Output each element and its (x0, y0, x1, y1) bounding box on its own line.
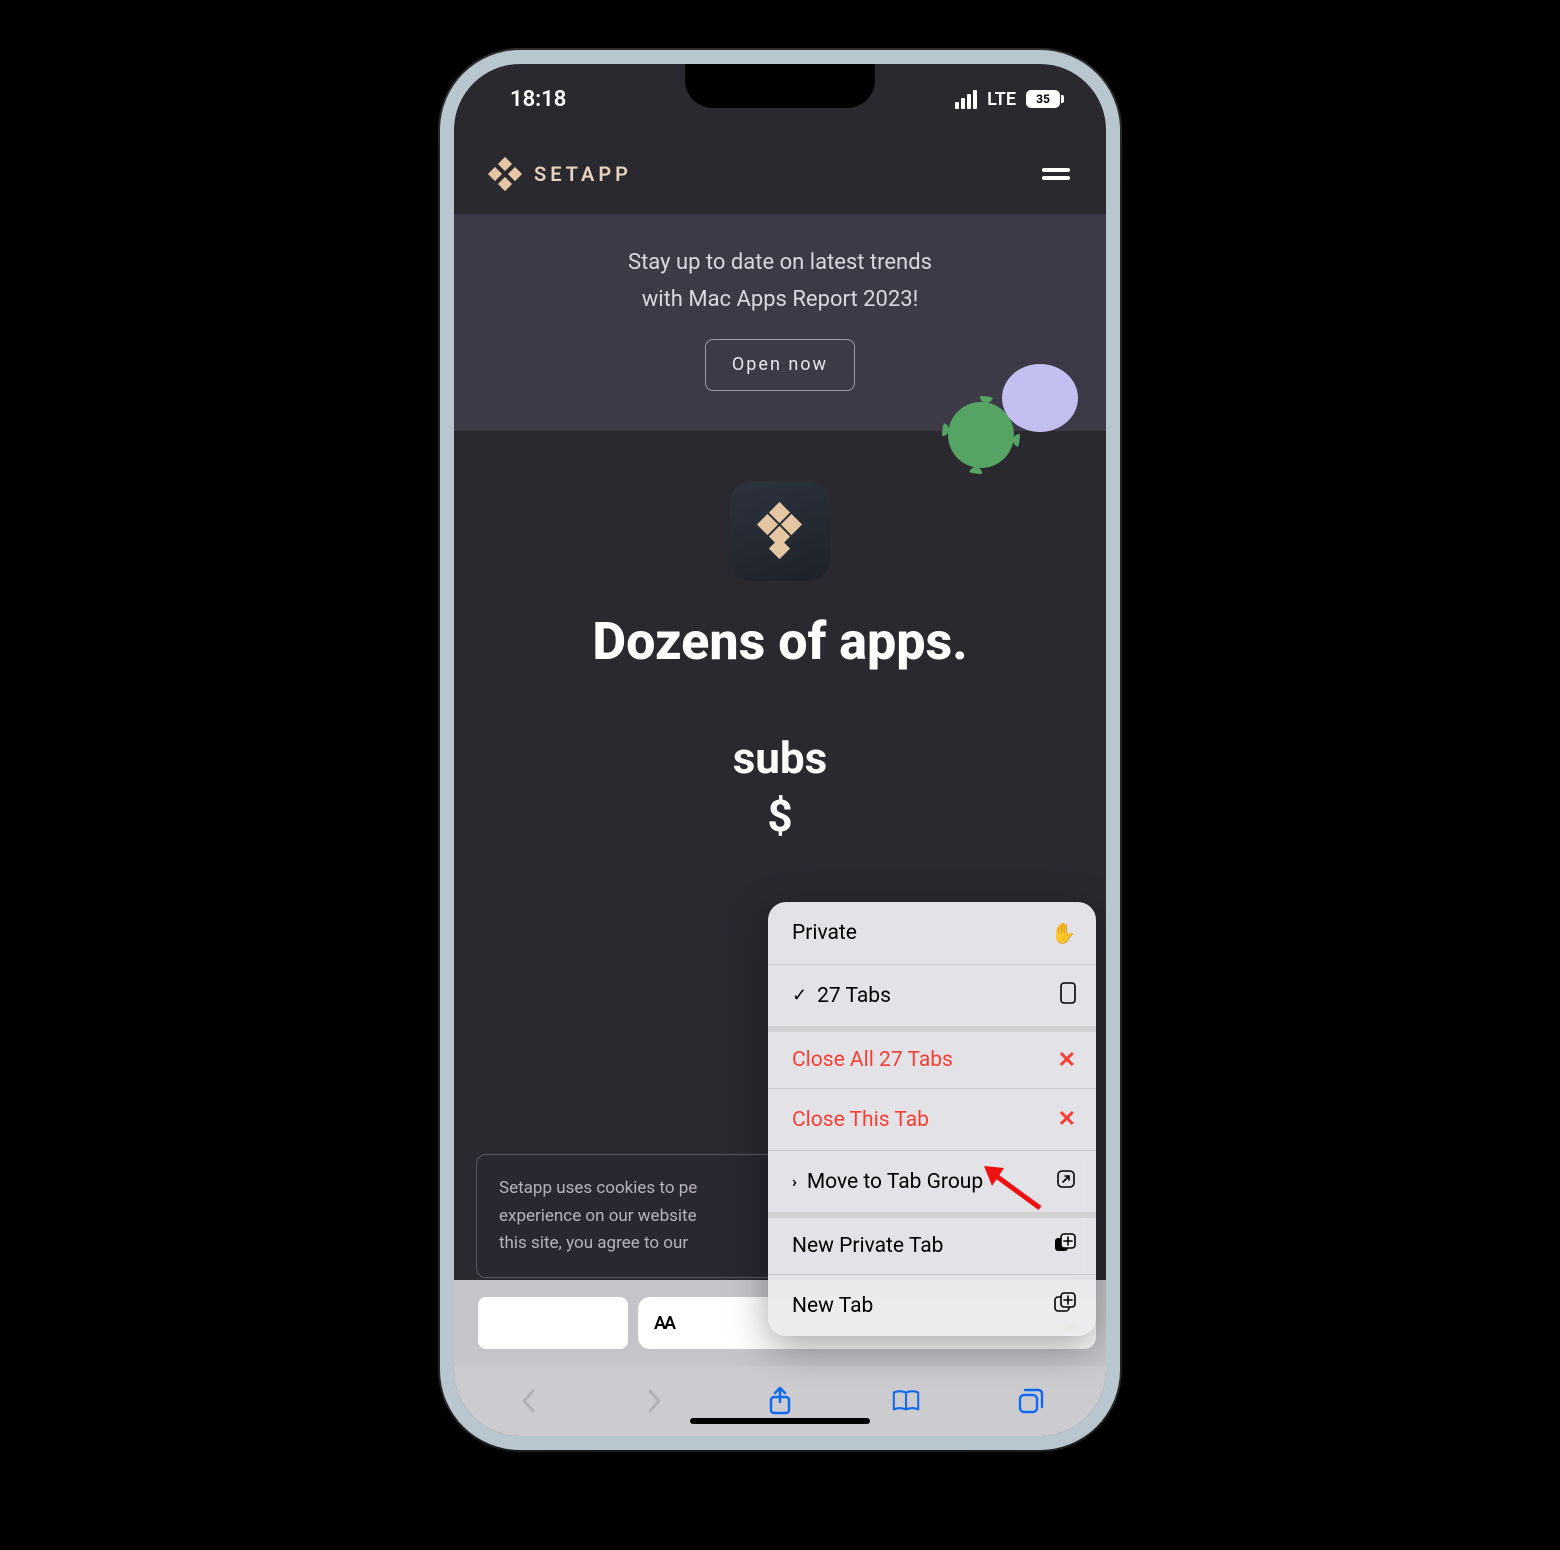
forward-button[interactable] (639, 1386, 669, 1416)
menu-close-all-label: Close All 27 Tabs (792, 1048, 953, 1072)
arrow-out-icon (1056, 1169, 1076, 1194)
hero-line3: $ (454, 790, 1106, 842)
menu-move-group-label: Move to Tab Group (807, 1170, 983, 1194)
menu-new-tab[interactable]: New Tab (768, 1274, 1096, 1336)
bookmarks-button[interactable] (891, 1386, 921, 1416)
phone-screen: 18:18 LTE 35 SETAPP (454, 64, 1106, 1436)
banner-line1: Stay up to date on latest trends (484, 244, 1076, 281)
open-now-button[interactable]: Open now (705, 339, 855, 392)
site-header: SETAPP (454, 134, 1106, 214)
app-icon (730, 481, 830, 581)
back-button[interactable] (514, 1386, 544, 1416)
annotation-arrow (982, 1162, 1042, 1210)
close-icon: ✕ (1058, 1107, 1076, 1132)
brand[interactable]: SETAPP (490, 159, 632, 189)
menu-tabs-count[interactable]: ✓ 27 Tabs (768, 964, 1096, 1026)
menu-new-tab-label: New Tab (792, 1294, 873, 1318)
home-indicator[interactable] (690, 1418, 870, 1424)
status-time: 18:18 (510, 87, 566, 112)
hand-icon: ✋ (1051, 921, 1076, 945)
chevron-left-icon (519, 1387, 539, 1415)
text-size-icon[interactable]: AA (654, 1313, 674, 1334)
signal-icon (955, 90, 977, 109)
chevron-right-icon: › (792, 1172, 797, 1191)
share-button[interactable] (765, 1386, 795, 1416)
battery-level: 35 (1026, 90, 1060, 108)
menu-tabs-label: 27 Tabs (817, 984, 891, 1008)
close-icon: ✕ (1058, 1048, 1076, 1073)
brand-label: SETAPP (534, 162, 632, 186)
status-right: LTE 35 (955, 89, 1064, 110)
menu-close-this[interactable]: Close This Tab ✕ (768, 1088, 1096, 1150)
battery-icon: 35 (1026, 90, 1064, 108)
tabs-button[interactable] (1016, 1386, 1046, 1416)
safari-toolbar (454, 1366, 1106, 1436)
menu-new-private-label: New Private Tab (792, 1234, 943, 1258)
new-tab-icon (1054, 1292, 1076, 1319)
tabs-context-menu: Private ✋ ✓ 27 Tabs Close All 27 Tabs ✕ C… (768, 902, 1096, 1336)
tabs-icon (1017, 1387, 1045, 1415)
menu-close-this-label: Close This Tab (792, 1108, 929, 1132)
menu-new-private-tab[interactable]: New Private Tab (768, 1212, 1096, 1274)
chevron-right-icon (644, 1387, 664, 1415)
hero-title: Dozens of apps. (454, 611, 1106, 672)
purple-oval-decoration (1002, 364, 1078, 432)
phone-icon (1060, 982, 1076, 1009)
network-label: LTE (987, 89, 1016, 110)
phone-frame: 18:18 LTE 35 SETAPP (440, 50, 1120, 1450)
app-store-badge[interactable] (478, 1297, 628, 1349)
checkmark-icon: ✓ (792, 985, 807, 1006)
setapp-logo-icon (490, 159, 520, 189)
new-private-tab-icon (1054, 1233, 1076, 1260)
menu-private[interactable]: Private ✋ (768, 902, 1096, 964)
menu-move-group[interactable]: › Move to Tab Group (768, 1150, 1096, 1212)
menu-private-label: Private (792, 921, 857, 945)
menu-close-all[interactable]: Close All 27 Tabs ✕ (768, 1026, 1096, 1088)
notch (685, 64, 875, 108)
hamburger-icon[interactable] (1042, 165, 1070, 183)
book-icon (891, 1388, 921, 1414)
share-icon (767, 1386, 793, 1416)
app-icon-glyph (754, 505, 806, 557)
banner-line2: with Mac Apps Report 2023! (484, 281, 1076, 318)
hero-line2: subs (454, 732, 1106, 784)
